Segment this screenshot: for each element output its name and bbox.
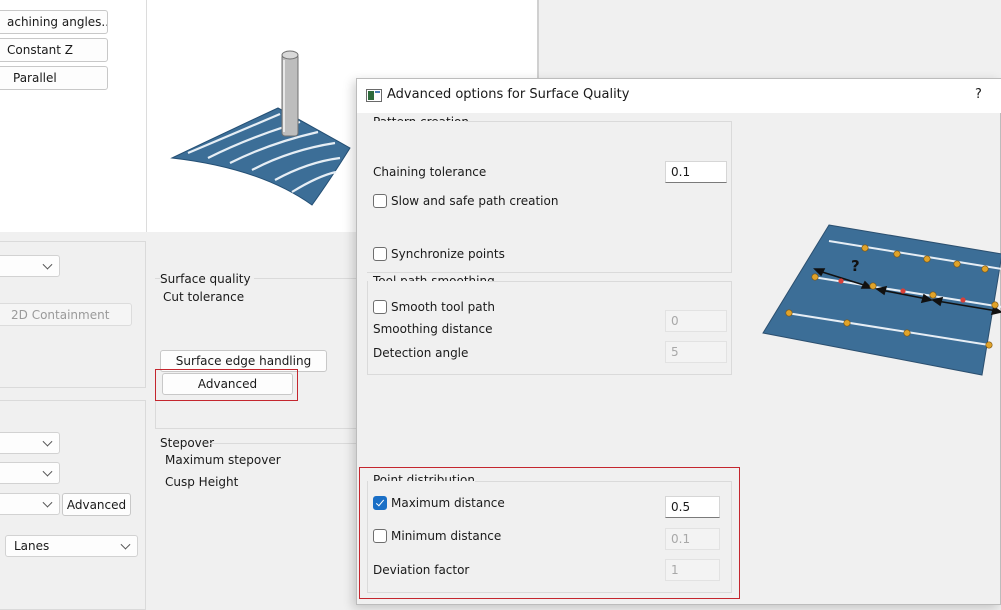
point-distribution-illustration: ? — [762, 224, 1001, 376]
dialog-app-icon — [366, 89, 382, 102]
stepover-label: Stepover — [160, 436, 215, 450]
cusp-height-label: Cusp Height — [165, 475, 239, 489]
machining-angles-button[interactable]: achining angles... — [0, 10, 108, 34]
deviation-factor-input[interactable]: 1 — [665, 559, 720, 581]
middle-left-line — [155, 401, 156, 428]
chaining-tolerance-input[interactable]: 0.1 — [665, 161, 727, 183]
maximum-stepover-label: Maximum stepover — [165, 453, 281, 467]
detection-angle-label: Detection angle — [373, 346, 469, 360]
chevron-down-icon — [42, 259, 53, 270]
chevron-down-icon — [42, 497, 53, 508]
chaining-tolerance-label: Chaining tolerance — [373, 165, 487, 179]
stepover-group-line — [210, 443, 360, 444]
slow-safe-checkbox[interactable] — [373, 194, 387, 208]
cut-tolerance-label: Cut tolerance — [163, 290, 245, 304]
constant-z-button[interactable]: Constant Z — [0, 38, 108, 62]
left-dropdown-1[interactable] — [0, 432, 60, 454]
point-distribution-top-line — [475, 481, 732, 482]
advanced-options-dialog: Advanced options for Surface Quality ? P… — [356, 78, 1001, 605]
left-column-top — [0, 0, 146, 232]
help-button[interactable]: ? — [975, 87, 982, 102]
pattern-creation-top-line — [465, 121, 732, 122]
smoothing-distance-label: Smoothing distance — [373, 322, 493, 336]
parallel-button[interactable]: Parallel — [0, 66, 108, 90]
minimum-distance-checkbox[interactable] — [373, 529, 387, 543]
slow-safe-label: Slow and safe path creation — [391, 194, 559, 208]
synchronize-label: Synchronize points — [391, 247, 505, 261]
smooth-tool-path-checkbox[interactable] — [373, 300, 387, 314]
maximum-distance-checkbox[interactable] — [373, 496, 387, 510]
surface-quality-label: Surface quality — [160, 272, 254, 286]
lanes-value: Lanes — [14, 539, 50, 553]
left-dropdown-3[interactable] — [0, 493, 60, 515]
left-advanced-button[interactable]: Advanced — [62, 493, 131, 516]
smoothing-distance-input[interactable]: 0 — [665, 310, 727, 332]
dialog-title: Advanced options for Surface Quality — [387, 87, 630, 102]
left-dropdown-2[interactable] — [0, 462, 60, 484]
detection-angle-input[interactable]: 5 — [665, 341, 727, 363]
cutting-tool-top — [281, 50, 299, 60]
preview-divider — [537, 0, 539, 90]
smooth-tool-path-label: Smooth tool path — [391, 300, 495, 314]
left-top-dropdown[interactable] — [0, 255, 60, 277]
middle-group-line — [155, 428, 360, 429]
chevron-down-icon — [120, 539, 131, 550]
deviation-factor-label: Deviation factor — [373, 563, 470, 577]
chevron-down-icon — [42, 466, 53, 477]
advanced-button-highlight — [155, 369, 298, 401]
toolpath-preview-illustration — [170, 50, 351, 206]
question-mark-label: ? — [851, 257, 860, 275]
maximum-distance-label: Maximum distance — [391, 496, 505, 510]
synchronize-checkbox[interactable] — [373, 247, 387, 261]
lanes-dropdown[interactable]: Lanes — [5, 535, 138, 557]
smoothing-top-line — [487, 281, 732, 282]
maximum-distance-input[interactable]: 0.5 — [665, 496, 720, 518]
chevron-down-icon — [42, 436, 53, 447]
minimum-distance-input[interactable]: 0.1 — [665, 528, 720, 550]
minimum-distance-label: Minimum distance — [391, 529, 502, 543]
containment-2d-button: 2D Containment — [0, 303, 132, 326]
